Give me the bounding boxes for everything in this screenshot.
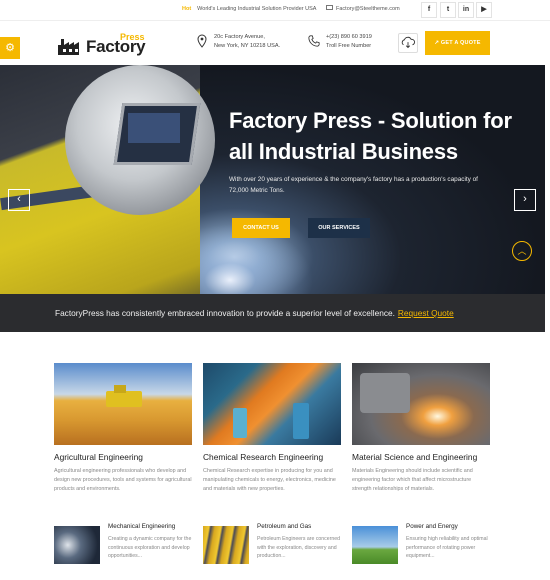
tagline-text: World's Leading Industrial Solution Prov… [197, 6, 317, 12]
get-a-quote-button[interactable]: ↗ GET A QUOTE [425, 31, 490, 55]
small-service-text: Petroleum Engineers are concerned with t… [257, 536, 341, 559]
hot-label: Hot [182, 6, 192, 12]
facebook-icon[interactable]: f [421, 2, 437, 18]
address-block: 20c Factory Avenue, New York, NY 10218 U… [197, 33, 281, 51]
small-service-text: Creating a dynamic company for the conti… [108, 536, 192, 559]
map-pin-icon [197, 34, 207, 48]
small-service-item[interactable]: Power and Energy Ensuring high reliabili… [352, 523, 492, 568]
service-card[interactable]: Chemical Research Engineering Chemical R… [203, 363, 341, 494]
email-link[interactable]: Factory@Steeltheme.com [326, 5, 400, 12]
site-logo[interactable]: Press Factory [58, 29, 150, 59]
request-quote-link[interactable]: Request Quote [398, 308, 454, 318]
small-service-text: Ensuring high reliability and optimal pe… [406, 536, 488, 559]
youtube-icon[interactable]: ▶ [476, 2, 492, 18]
service-card[interactable]: Agricultural Engineering Agricultural en… [54, 363, 192, 494]
service-card[interactable]: Material Science and Engineering Materia… [352, 363, 490, 494]
service-text: Materials Engineering should include sci… [352, 468, 473, 492]
hero-title: Factory Press - Solution for all Industr… [229, 108, 512, 164]
banner-text-wrap: FactoryPress has consistently embraced i… [55, 308, 454, 318]
service-title[interactable]: Agricultural Engineering [54, 452, 192, 462]
contact-us-button[interactable]: CONTACT US [232, 218, 290, 238]
helmet-visor-glass [128, 113, 180, 143]
logo-name: Factory [86, 37, 146, 56]
address-line1: 20c Factory Avenue, [214, 34, 265, 40]
small-service-title[interactable]: Mechanical Engineering [108, 523, 175, 530]
phone-block: +(23) 890 60 3919 Troll Free Number [308, 33, 372, 51]
slider-next-button[interactable]: › [514, 189, 536, 211]
factory-icon [58, 39, 79, 55]
download-cloud-button[interactable] [398, 33, 418, 53]
small-service-title[interactable]: Power and Energy [406, 523, 458, 530]
address-line2: New York, NY 10218 USA. [214, 43, 281, 49]
tagline: Hot World's Leading Industrial Solution P… [182, 6, 316, 12]
service-text: Agricultural engineering professionals w… [54, 468, 192, 492]
service-text: Chemical Research expertise in producing… [203, 468, 336, 492]
site-header: ⚙ Press Factory 20c Factory Avenue, New … [0, 20, 550, 65]
our-services-button[interactable]: OUR SERVICES [308, 218, 370, 238]
hero-slider: Factory Press - Solution for all Industr… [0, 65, 545, 332]
slider-prev-button[interactable]: ‹ [8, 189, 30, 211]
phone-note: Troll Free Number [326, 43, 372, 49]
material-science-image [352, 363, 490, 445]
chemical-research-image [203, 363, 341, 445]
scroll-up-button[interactable]: ︿ [512, 241, 532, 261]
mechanical-thumb [54, 526, 100, 564]
petroleum-thumb [203, 526, 249, 564]
small-service-title[interactable]: Petroleum and Gas [257, 523, 311, 530]
phone-icon [308, 35, 320, 47]
hero-lead: With over 20 years of experience & the c… [229, 176, 478, 194]
gear-icon[interactable]: ⚙ [0, 37, 20, 59]
cloud-download-icon [401, 36, 416, 49]
linkedin-icon[interactable]: in [458, 2, 474, 18]
service-title[interactable]: Chemical Research Engineering [203, 452, 341, 462]
service-title[interactable]: Material Science and Engineering [352, 452, 490, 462]
agricultural-image [54, 363, 192, 445]
small-service-item[interactable]: Mechanical Engineering Creating a dynami… [54, 523, 194, 568]
envelope-icon [326, 5, 333, 11]
email-text: Factory@Steeltheme.com [336, 6, 400, 12]
phone-number: +(23) 890 60 3919 [326, 34, 372, 40]
power-thumb [352, 526, 398, 564]
banner-text: FactoryPress has consistently embraced i… [55, 308, 395, 318]
twitter-icon[interactable]: t [440, 2, 456, 18]
promo-banner: FactoryPress has consistently embraced i… [0, 294, 545, 332]
small-service-item[interactable]: Petroleum and Gas Petroleum Engineers ar… [203, 523, 343, 568]
top-bar: Hot World's Leading Industrial Solution P… [0, 0, 550, 20]
